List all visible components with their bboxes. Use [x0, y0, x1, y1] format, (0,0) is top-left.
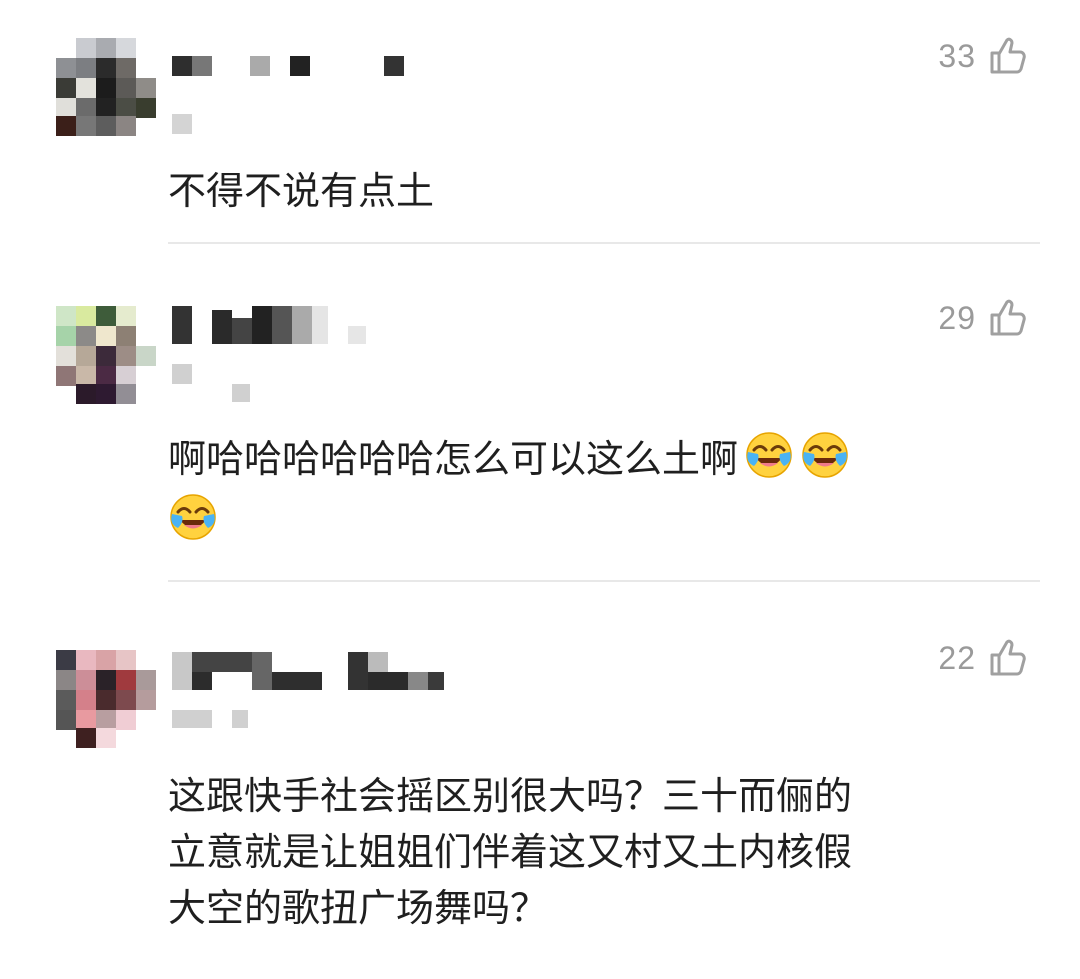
comment-item: 22 这跟快手社会摇区别很大吗？三十而俪的 立意就是让姐姐们伴着这又村又土内核假… [0, 582, 1080, 979]
thumbs-up-icon [990, 299, 1026, 336]
comment-text-line: 立意就是让姐姐们伴着这又村又土内核假 [168, 830, 853, 874]
comment-text-line: 大空的歌扭广场舞吗？ [168, 886, 549, 930]
comment-text: 这跟快手社会摇区别很大吗？三十而俪的 立意就是让姐姐们伴着这又村又土内核假 大空… [168, 768, 1028, 936]
avatar[interactable] [56, 650, 156, 748]
avatar[interactable] [56, 38, 156, 136]
like-button[interactable]: 33 [938, 36, 1028, 76]
comment-text: 不得不说有点土 [168, 169, 435, 213]
user-meta [172, 114, 192, 134]
username[interactable] [172, 306, 372, 346]
comment-text-content: 啊哈哈哈哈哈哈怎么可以这么土啊 [168, 437, 739, 481]
like-count: 29 [938, 299, 976, 336]
user-meta [172, 710, 212, 728]
laugh-cry-emoji [746, 432, 792, 478]
like-count: 22 [938, 639, 976, 676]
laugh-cry-emoji [802, 432, 848, 478]
like-count: 33 [938, 37, 976, 74]
username[interactable] [172, 56, 412, 82]
thumbs-up-icon [990, 639, 1026, 676]
user-meta [232, 384, 250, 402]
user-meta [172, 364, 192, 384]
like-button[interactable]: 22 [938, 638, 1028, 678]
avatar[interactable] [56, 306, 156, 404]
comment-text: 啊哈哈哈哈哈哈怎么可以这么土啊 [168, 430, 1008, 548]
comment-item: 29 啊哈哈哈哈哈哈怎么可以这么土啊 [0, 244, 1080, 582]
like-button[interactable]: 29 [938, 298, 1028, 338]
user-meta [232, 710, 248, 728]
comment-item: 33 不得不说有点土 [0, 0, 1080, 244]
laugh-cry-emoji [170, 494, 216, 540]
comment-text-line: 这跟快手社会摇区别很大吗？三十而俪的 [168, 774, 853, 818]
thumbs-up-icon [990, 37, 1026, 74]
username[interactable] [172, 652, 452, 692]
